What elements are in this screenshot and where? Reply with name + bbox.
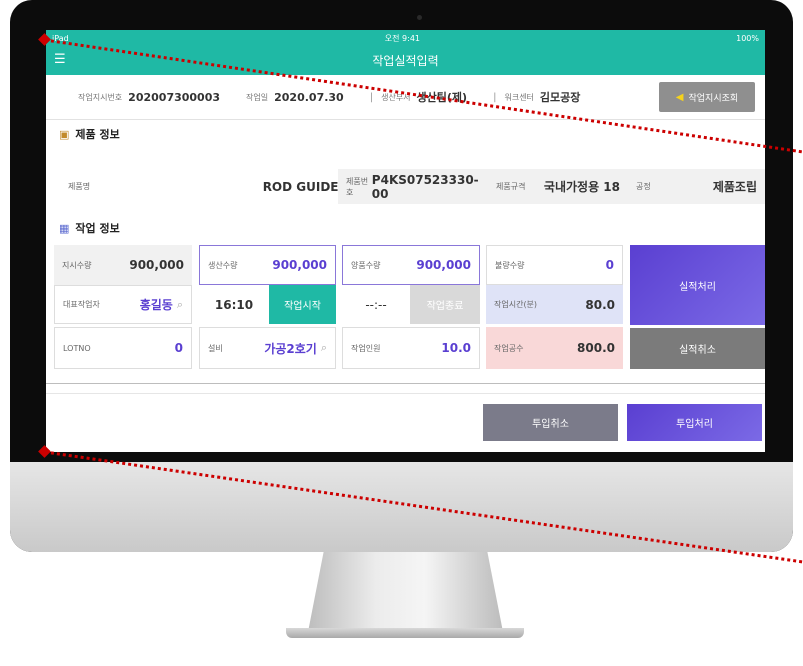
bad-qty-value: 0	[605, 258, 614, 272]
battery-label: 100%	[736, 33, 759, 43]
process-label: 공정	[636, 182, 651, 191]
worker-field[interactable]: 대표작업자 홍길동 ⌕	[54, 285, 192, 324]
performance-process-button[interactable]: 실적처리	[630, 245, 765, 325]
lot-no-label: LOTNO	[63, 343, 91, 353]
divider	[46, 393, 765, 394]
product-name-label: 제품명	[68, 182, 91, 191]
product-spec-label: 제품규격	[496, 182, 526, 191]
workcenter-value: 김모공장	[539, 91, 581, 104]
work-end-label: 작업종료	[426, 301, 464, 312]
menu-icon[interactable]: ☰	[54, 52, 66, 67]
work-section-header: ▦ 작업 정보	[46, 218, 120, 238]
monitor-stand-base	[286, 628, 524, 638]
performance-cancel-label: 실적취소	[679, 345, 716, 356]
status-bar: iPad 오전 9:41 100%	[46, 30, 765, 46]
clock: 오전 9:41	[384, 33, 421, 43]
work-section-title: 작업 정보	[75, 222, 120, 235]
product-no-field: 제품번호 P4KS07523330-00	[338, 169, 488, 204]
product-section-title: 제품 정보	[75, 128, 120, 141]
order-lookup-label: 작업지시조회	[688, 93, 739, 104]
work-end-button[interactable]: 작업종료	[410, 285, 480, 324]
start-time-value: 16:10	[214, 297, 254, 312]
order-qty-value: 900,000	[129, 258, 184, 272]
manhour-field: 작업공수 800.0	[486, 327, 623, 369]
prod-qty-value: 900,000	[272, 258, 327, 272]
input-cancel-button[interactable]: 투입취소	[483, 404, 618, 441]
start-time-field: 16:10	[199, 285, 269, 324]
prod-qty-label: 생산수량	[208, 260, 238, 270]
work-truck-icon: ▦	[59, 221, 70, 235]
divider	[46, 383, 765, 384]
monitor-stand-neck	[308, 552, 503, 632]
dept-label: 생산부서	[381, 92, 411, 102]
order-lookup-button[interactable]: ◀ 작업지시조회	[659, 82, 755, 112]
product-section-header: ▣ 제품 정보	[46, 124, 765, 144]
equipment-field[interactable]: 설비 가공2호기 ⌕	[199, 327, 336, 369]
monitor-chin	[10, 462, 793, 552]
manhour-label: 작업공수	[494, 343, 524, 353]
worker-value: 홍길동	[139, 298, 173, 312]
page-title: 작업실적입력	[372, 54, 439, 68]
input-process-button[interactable]: 투입처리	[627, 404, 762, 441]
triangle-left-icon: ◀	[675, 91, 684, 103]
headcount-label: 작업인원	[351, 343, 381, 353]
prod-qty-input[interactable]: 생산수량 900,000	[199, 245, 336, 285]
work-minutes-field: 작업시간(분) 80.0	[486, 285, 623, 324]
camera-dot	[417, 15, 422, 20]
performance-process-label: 실적처리	[679, 281, 716, 293]
equipment-label: 설비	[208, 343, 223, 353]
product-no-label: 제품번호	[346, 176, 369, 197]
work-date-label: 작업일	[246, 92, 269, 102]
product-no-value: P4KS07523330-00	[371, 172, 479, 201]
work-minutes-value: 80.0	[585, 297, 615, 312]
order-no-label: 작업지시번호	[78, 92, 123, 102]
work-start-button[interactable]: 작업시작	[269, 285, 336, 324]
lot-no-field[interactable]: LOTNO 0	[54, 327, 192, 369]
input-cancel-label: 투입취소	[532, 419, 569, 430]
product-spec-field: 제품규격 국내가정용 18	[488, 169, 628, 204]
divider: |	[493, 91, 497, 103]
work-date-value: 2020.07.30	[274, 90, 344, 104]
equipment-value: 가공2호기	[264, 341, 317, 356]
divider: |	[369, 91, 374, 103]
nav-bar: ☰ 작업실적입력	[46, 46, 765, 75]
search-icon[interactable]: ⌕	[321, 341, 327, 355]
input-process-label: 투입처리	[676, 419, 713, 430]
workcenter-label: 워크센터	[504, 92, 534, 102]
lot-no-value: 0	[174, 341, 183, 355]
order-no-value: 202007300003	[128, 90, 221, 104]
headcount-field[interactable]: 작업인원 10.0	[342, 327, 480, 369]
end-time-field: --:--	[342, 285, 410, 324]
order-qty-field: 지시수량 900,000	[54, 245, 192, 285]
device-label: iPad	[52, 33, 69, 43]
work-order-info-bar: 작업지시번호 202007300003 작업일 2020.07.30 | 생산부…	[46, 75, 765, 120]
order-qty-label: 지시수량	[62, 260, 92, 270]
end-time-value: --:--	[365, 297, 387, 312]
bad-qty-label: 불량수량	[495, 260, 525, 270]
good-qty-input[interactable]: 양품수량 900,000	[342, 245, 480, 285]
headcount-value: 10.0	[441, 341, 471, 355]
product-spec-value: 국내가정용 18	[543, 180, 620, 194]
search-icon[interactable]: ⌕	[177, 298, 183, 312]
worker-label: 대표작업자	[63, 300, 100, 309]
process-value: 제품조립	[712, 180, 757, 194]
performance-cancel-button[interactable]: 실적취소	[630, 328, 765, 369]
work-start-label: 작업시작	[284, 301, 321, 312]
manhour-value: 800.0	[577, 341, 615, 355]
product-box-icon: ▣	[59, 127, 70, 141]
process-field: 공정 제품조립	[628, 169, 765, 204]
app-screen: iPad 오전 9:41 100% ☰ 작업실적입력 작업지시번호 202007…	[46, 30, 765, 452]
dept-value: 생산팀(제)	[416, 91, 468, 104]
work-minutes-label: 작업시간(분)	[494, 300, 538, 309]
good-qty-label: 양품수량	[351, 260, 381, 270]
good-qty-value: 900,000	[416, 258, 471, 272]
bad-qty-input[interactable]: 불량수량 0	[486, 245, 623, 285]
